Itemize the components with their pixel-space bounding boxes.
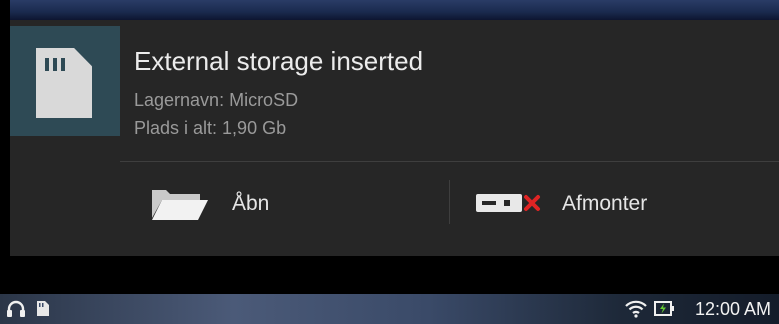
background-gap [0, 256, 779, 294]
status-bar[interactable]: 12:00 AM [0, 294, 779, 324]
storage-name-text: Lagernavn: MicroSD [134, 90, 299, 110]
battery-charging-icon [654, 301, 674, 316]
unmount-icon [476, 194, 540, 212]
notification-title: External storage inserted [134, 46, 424, 76]
notification-icon-panel [10, 26, 120, 136]
unmount-button[interactable]: Afmonter [460, 162, 770, 242]
status-clock: 12:00 AM [694, 299, 771, 319]
action-separator [449, 180, 450, 224]
open-button-label: Åbn [232, 192, 270, 215]
sd-card-icon [36, 48, 92, 118]
previous-notification-strip [10, 0, 779, 20]
folder-icon [152, 190, 208, 220]
wifi-icon [625, 300, 647, 318]
storage-notification[interactable]: External storage inserted Lagernavn: Mic… [10, 20, 779, 256]
unmount-button-label: Afmonter [562, 192, 648, 215]
storage-size-text: Plads i alt: 1,90 Gb [134, 118, 287, 138]
sd-card-small-icon [37, 301, 49, 316]
headphones-icon [7, 300, 25, 317]
open-button[interactable]: Åbn [140, 162, 440, 242]
